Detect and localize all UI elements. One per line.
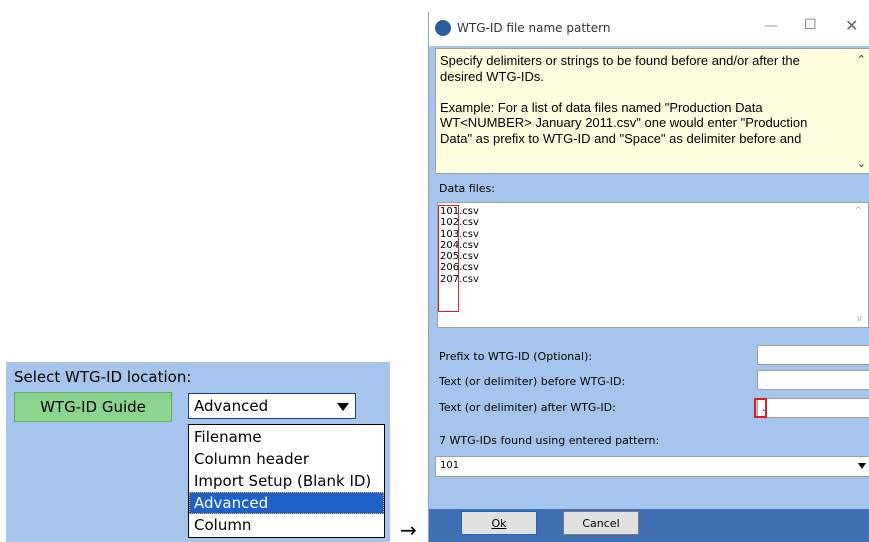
file-ext: .csv: [459, 262, 479, 274]
dropdown-option-import-setup[interactable]: Import Setup (Blank ID): [189, 470, 384, 492]
wtg-id-guide-button[interactable]: WTG-ID Guide: [14, 392, 172, 422]
before-input[interactable]: [757, 370, 869, 390]
scroll-up-icon[interactable]: ^: [854, 206, 862, 216]
location-dropdown-list: Filename Column header Import Setup (Bla…: [188, 424, 385, 538]
right-arrow-icon: →: [400, 518, 417, 542]
maximize-icon[interactable]: ☐: [804, 17, 817, 33]
file-ext: .csv: [459, 228, 479, 240]
after-label: Text (or delimiter) after WTG-ID:: [439, 401, 616, 414]
close-icon[interactable]: ✕: [845, 16, 858, 35]
data-files-label: Data files:: [439, 182, 495, 195]
found-ids-value: 101: [440, 460, 460, 471]
scroll-up-icon[interactable]: ⌃: [857, 53, 866, 66]
cancel-button[interactable]: Cancel: [563, 511, 639, 535]
wtg-id-location-panel: Select WTG-ID location: WTG-ID Guide Adv…: [6, 362, 390, 542]
scroll-down-icon[interactable]: v: [857, 314, 862, 324]
help-text-box[interactable]: Specify delimiters or strings to be foun…: [435, 48, 869, 174]
dropdown-option-filename[interactable]: Filename: [189, 426, 384, 448]
found-label: 7 WTG-IDs found using entered pattern:: [439, 434, 660, 447]
file-ext: .csv: [459, 217, 479, 229]
chevron-down-icon[interactable]: [858, 463, 866, 469]
scroll-down-icon[interactable]: ⌄: [857, 157, 866, 170]
file-ext: .csv: [459, 251, 479, 263]
location-label: Select WTG-ID location:: [14, 368, 192, 386]
id-highlight-box: [438, 205, 459, 312]
dialog-title: WTG-ID file name pattern: [457, 21, 611, 35]
found-ids-combo[interactable]: 101: [435, 456, 869, 477]
dropdown-option-column[interactable]: Column: [189, 514, 384, 536]
after-input[interactable]: .: [757, 398, 869, 418]
data-files-list[interactable]: 101.csv 102.csv 103.csv 204.csv 205.csv 206.c…: [437, 202, 869, 328]
help-paragraph: Specify delimiters or strings to be foun…: [440, 53, 800, 84]
file-ext: .csv: [459, 206, 479, 217]
wtg-id-pattern-dialog: WTG-ID file name pattern — ☐ ✕ Specify d…: [428, 12, 869, 542]
location-combo[interactable]: Advanced: [188, 393, 356, 419]
prefix-input[interactable]: [757, 345, 869, 365]
help-text: Specify delimiters or strings to be foun…: [440, 53, 840, 162]
app-logo-icon: [435, 20, 451, 36]
ok-button[interactable]: Ok: [461, 511, 537, 535]
title-bar: WTG-ID file name pattern — ☐ ✕: [429, 12, 869, 46]
file-ext: .csv: [459, 239, 479, 251]
dropdown-option-advanced[interactable]: Advanced: [189, 492, 384, 514]
before-label: Text (or delimiter) before WTG-ID:: [439, 375, 626, 388]
ok-label: Ok: [491, 516, 507, 530]
prefix-label: Prefix to WTG-ID (Optional):: [439, 350, 593, 363]
file-ext: .csv: [459, 273, 479, 285]
minimize-icon[interactable]: —: [764, 18, 778, 34]
location-combo-value: Advanced: [194, 397, 269, 415]
chevron-down-icon[interactable]: [337, 403, 349, 411]
help-paragraph: Example: For a list of data files named …: [440, 99, 808, 146]
after-highlight-box: [754, 398, 767, 418]
dropdown-option-column-header[interactable]: Column header: [189, 448, 384, 470]
